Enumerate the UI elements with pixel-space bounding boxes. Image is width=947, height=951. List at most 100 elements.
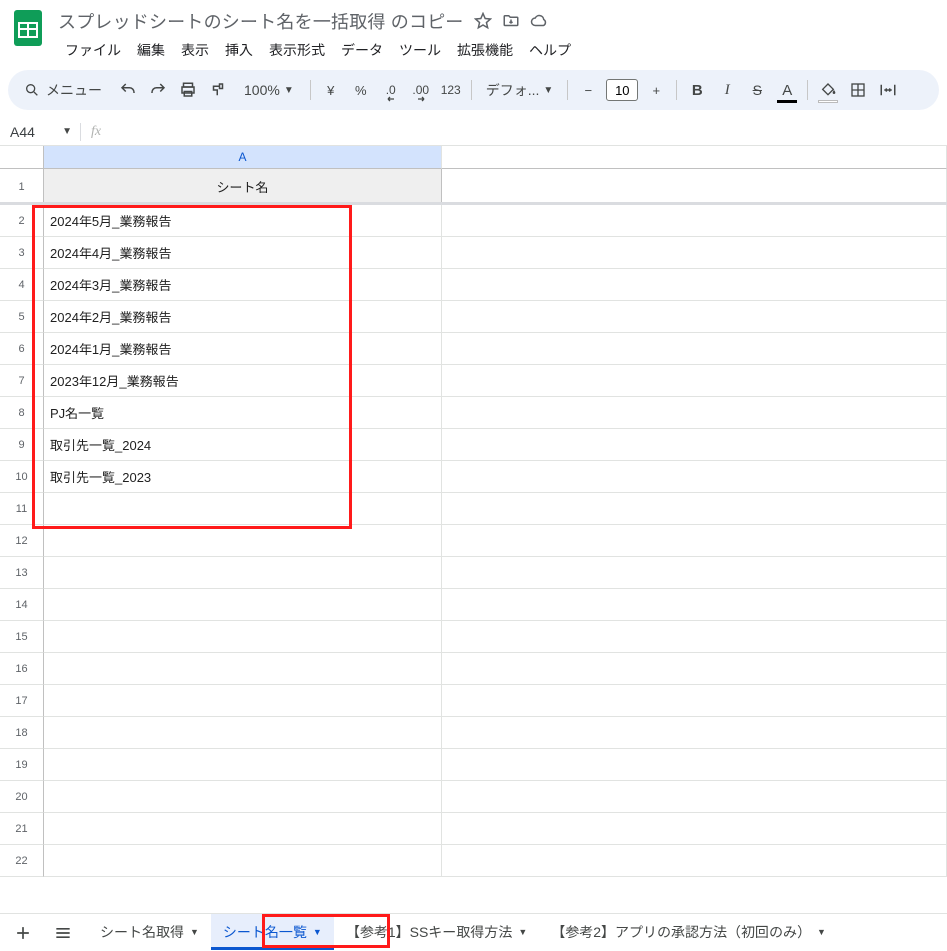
cell[interactable] xyxy=(442,621,947,652)
row-header[interactable]: 22 xyxy=(0,845,44,877)
redo-button[interactable] xyxy=(144,76,172,104)
cell[interactable] xyxy=(442,397,947,428)
cell[interactable] xyxy=(442,589,947,620)
cell[interactable] xyxy=(442,493,947,524)
row-header[interactable]: 17 xyxy=(0,685,44,717)
row-header[interactable]: 18 xyxy=(0,717,44,749)
sheet-tab[interactable]: 【参考1】SSキー取得方法▼ xyxy=(334,914,539,950)
cell[interactable] xyxy=(442,269,947,300)
menu-edit[interactable]: 編集 xyxy=(130,36,172,64)
menu-data[interactable]: データ xyxy=(334,36,390,64)
percent-button[interactable]: % xyxy=(347,76,375,104)
cell[interactable]: 2024年2月_業務報告 xyxy=(44,301,442,332)
search-menu-button[interactable]: メニュー xyxy=(14,76,112,104)
menu-format[interactable]: 表示形式 xyxy=(262,36,332,64)
row-header[interactable]: 1 xyxy=(0,169,44,205)
zoom-select[interactable]: 100% ▼ xyxy=(234,76,304,104)
sheet-tab[interactable]: シート名取得▼ xyxy=(88,914,211,950)
cell[interactable] xyxy=(442,653,947,684)
merge-cells-button[interactable] xyxy=(874,76,902,104)
cell[interactable] xyxy=(442,205,947,236)
cell[interactable] xyxy=(442,461,947,492)
star-icon[interactable] xyxy=(474,12,492,30)
sheet-tab[interactable]: シート名一覧▼ xyxy=(211,914,334,950)
cell[interactable] xyxy=(442,717,947,748)
cell[interactable] xyxy=(44,589,442,620)
cell[interactable]: 取引先一覧_2023 xyxy=(44,461,442,492)
select-all-corner[interactable] xyxy=(0,146,44,169)
cloud-status-icon[interactable] xyxy=(530,12,548,30)
menu-ext[interactable]: 拡張機能 xyxy=(450,36,520,64)
cell[interactable]: シート名 xyxy=(44,169,442,204)
move-folder-icon[interactable] xyxy=(502,12,520,30)
cell[interactable] xyxy=(442,169,947,204)
bold-button[interactable]: B xyxy=(683,76,711,104)
currency-button[interactable]: ¥ xyxy=(317,76,345,104)
menu-tools[interactable]: ツール xyxy=(392,36,448,64)
increase-font-size-button[interactable]: + xyxy=(642,76,670,104)
document-title[interactable]: スプレッドシートのシート名を一括取得 のコピー xyxy=(58,8,464,34)
cell[interactable] xyxy=(442,749,947,780)
cell[interactable] xyxy=(442,301,947,332)
row-header[interactable]: 15 xyxy=(0,621,44,653)
menu-insert[interactable]: 挿入 xyxy=(218,36,260,64)
chevron-down-icon[interactable]: ▼ xyxy=(817,927,826,937)
sheet-tab[interactable]: 【参考2】アプリの承認方法（初回のみ）▼ xyxy=(539,914,838,950)
row-header[interactable]: 5 xyxy=(0,301,44,333)
fill-color-button[interactable] xyxy=(814,76,842,104)
cell[interactable]: 取引先一覧_2024 xyxy=(44,429,442,460)
column-header-a[interactable]: A xyxy=(44,146,442,169)
cell[interactable]: 2024年5月_業務報告 xyxy=(44,205,442,236)
cell[interactable]: PJ名一覧 xyxy=(44,397,442,428)
text-color-button[interactable]: A xyxy=(773,76,801,104)
cell[interactable] xyxy=(44,557,442,588)
cell[interactable] xyxy=(44,653,442,684)
row-header[interactable]: 9 xyxy=(0,429,44,461)
cell[interactable] xyxy=(442,333,947,364)
cell[interactable] xyxy=(44,685,442,716)
cell[interactable] xyxy=(44,717,442,748)
cell[interactable] xyxy=(44,621,442,652)
row-header[interactable]: 4 xyxy=(0,269,44,301)
cell[interactable]: 2024年1月_業務報告 xyxy=(44,333,442,364)
paint-format-button[interactable] xyxy=(204,76,232,104)
row-header[interactable]: 8 xyxy=(0,397,44,429)
font-family-select[interactable]: デフォ... ▼ xyxy=(478,76,562,104)
row-header[interactable]: 12 xyxy=(0,525,44,557)
row-header[interactable]: 21 xyxy=(0,813,44,845)
number-format-button[interactable]: 123 xyxy=(437,76,465,104)
undo-button[interactable] xyxy=(114,76,142,104)
increase-decimal-button[interactable]: .00 xyxy=(407,76,435,104)
row-header[interactable]: 2 xyxy=(0,205,44,237)
cell[interactable] xyxy=(44,781,442,812)
cell[interactable]: 2023年12月_業務報告 xyxy=(44,365,442,396)
row-header[interactable]: 20 xyxy=(0,781,44,813)
cell[interactable] xyxy=(442,429,947,460)
cell[interactable] xyxy=(442,845,947,876)
cell[interactable] xyxy=(442,685,947,716)
row-header[interactable]: 13 xyxy=(0,557,44,589)
cell[interactable] xyxy=(44,525,442,556)
row-header[interactable]: 3 xyxy=(0,237,44,269)
print-button[interactable] xyxy=(174,76,202,104)
cell[interactable] xyxy=(44,845,442,876)
borders-button[interactable] xyxy=(844,76,872,104)
italic-button[interactable]: I xyxy=(713,76,741,104)
cell[interactable] xyxy=(442,237,947,268)
chevron-down-icon[interactable]: ▼ xyxy=(518,927,527,937)
decrease-font-size-button[interactable]: − xyxy=(574,76,602,104)
row-header[interactable]: 6 xyxy=(0,333,44,365)
all-sheets-button[interactable] xyxy=(48,918,78,948)
cell[interactable] xyxy=(44,813,442,844)
cell[interactable] xyxy=(442,365,947,396)
menu-view[interactable]: 表示 xyxy=(174,36,216,64)
font-size-input[interactable] xyxy=(606,79,638,101)
cell[interactable]: 2024年3月_業務報告 xyxy=(44,269,442,300)
column-header-rest[interactable] xyxy=(442,146,947,169)
row-header[interactable]: 7 xyxy=(0,365,44,397)
strikethrough-button[interactable]: S xyxy=(743,76,771,104)
app-logo[interactable] xyxy=(8,8,48,48)
decrease-decimal-button[interactable]: .0 xyxy=(377,76,405,104)
cell[interactable] xyxy=(44,493,442,524)
row-header[interactable]: 19 xyxy=(0,749,44,781)
